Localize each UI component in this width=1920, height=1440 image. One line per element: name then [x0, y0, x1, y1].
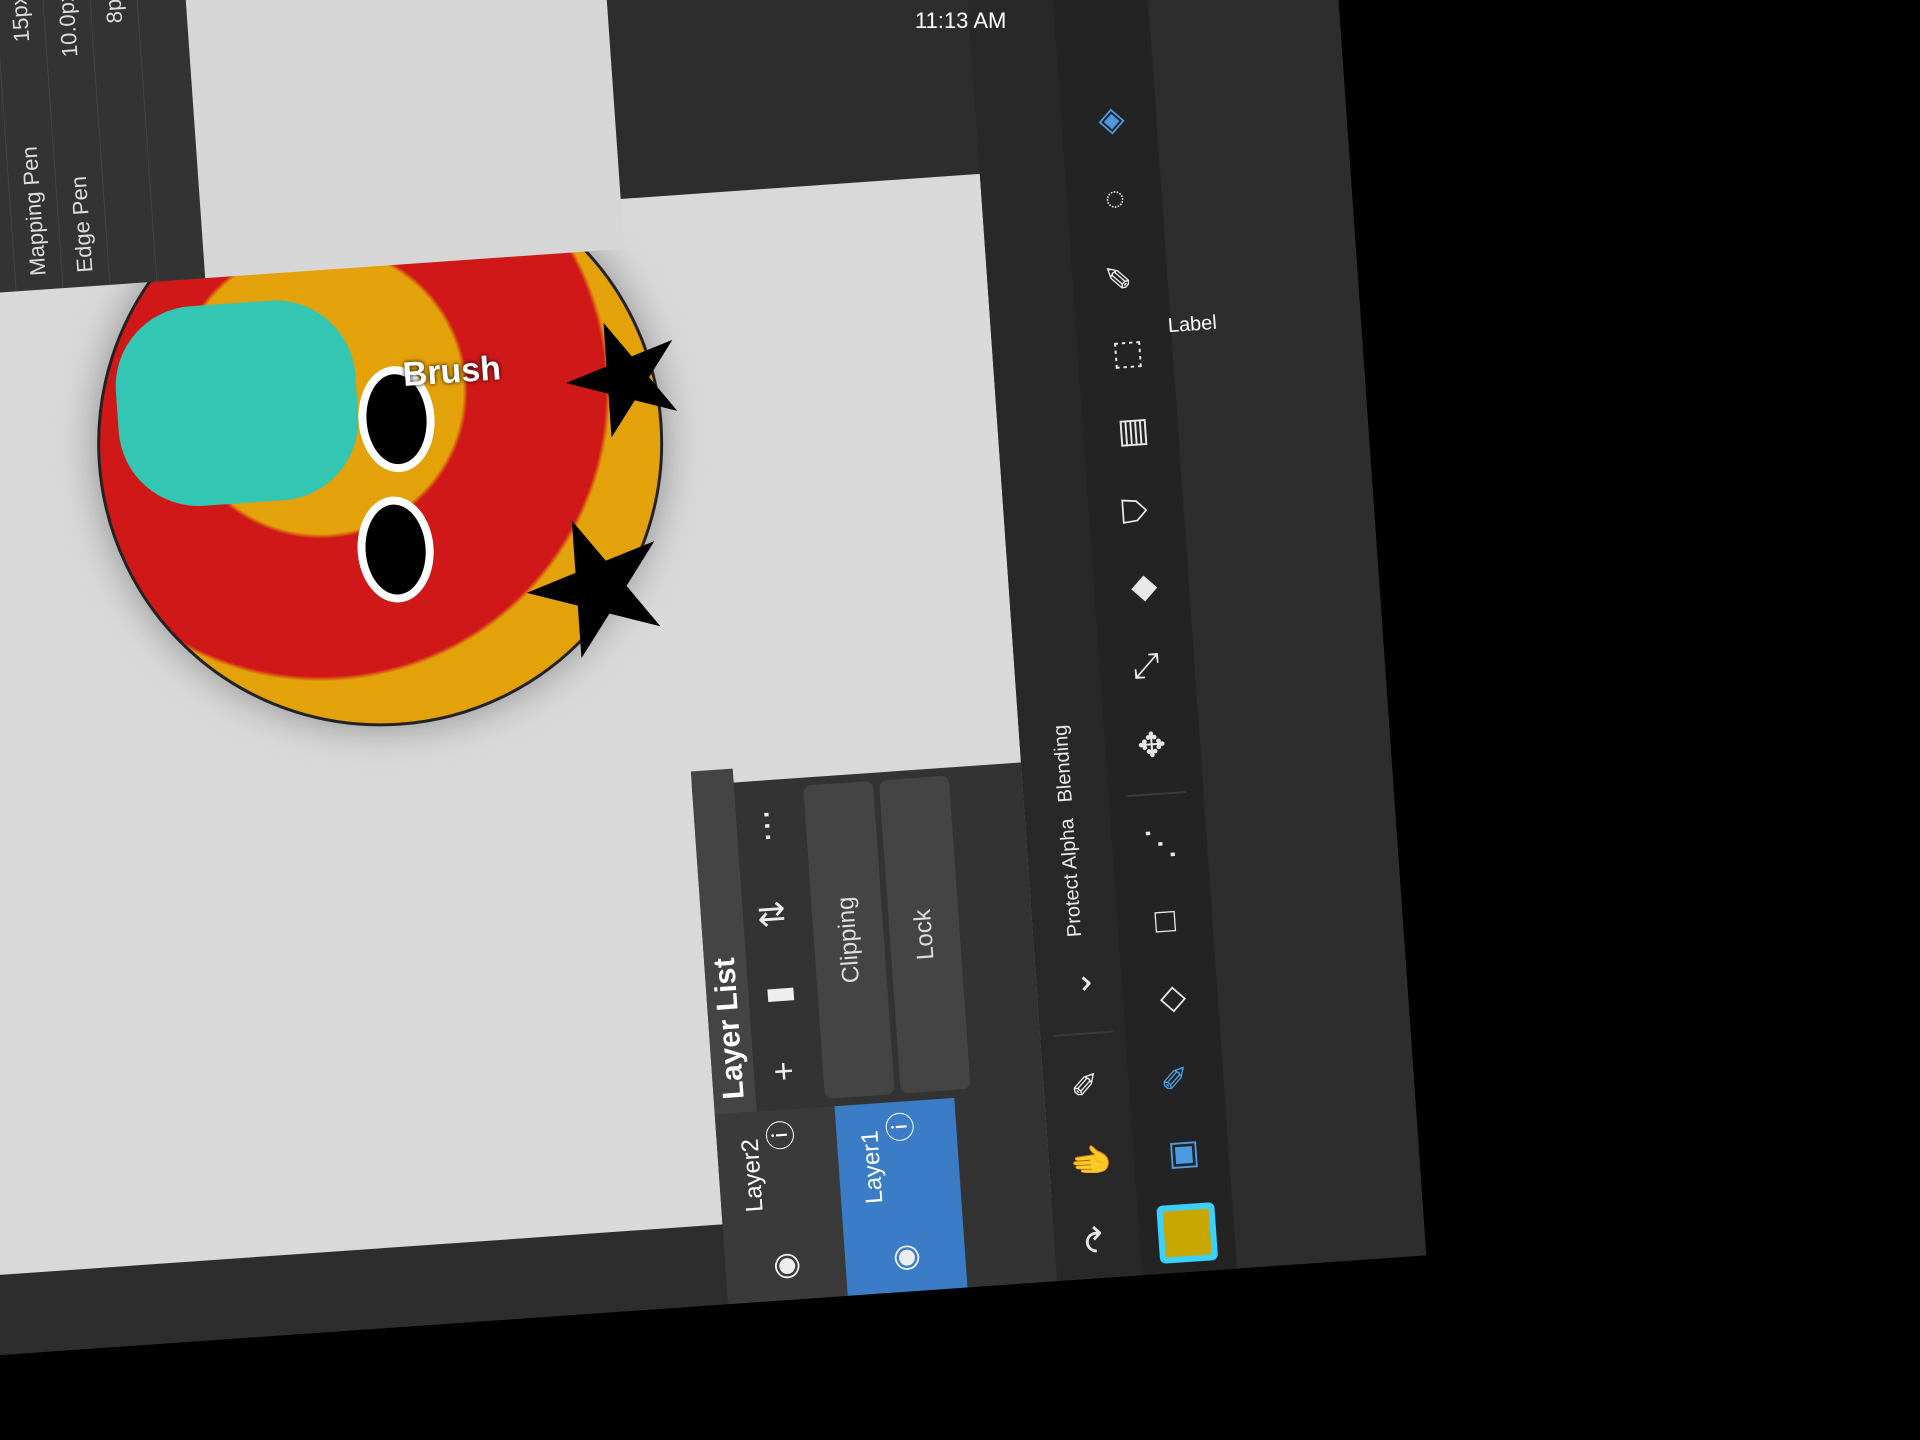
brush-add-panel: + — [178, 0, 625, 279]
layer-panel: Layer List + ▮ ⇅ ⋯ Clipping Lock ◉ Layer… — [690, 762, 1058, 1305]
eraser-icon[interactable]: ◇ — [1129, 958, 1212, 1041]
shapes-icon[interactable]: ◆ — [1100, 547, 1183, 630]
rectangle-icon[interactable]: □ — [1123, 880, 1206, 963]
gradient-icon[interactable]: ▤ — [1089, 391, 1172, 474]
divider — [1126, 791, 1187, 798]
layer-select-icon[interactable]: ▣ — [1140, 1114, 1223, 1197]
dot-brush-icon[interactable]: ⋰ — [1118, 802, 1201, 885]
delete-layer-icon[interactable]: ▮ — [758, 984, 799, 1005]
layer-list: ◉ Layer2 ⓘ ◉ Layer1 ⓘ — [714, 1092, 1057, 1305]
brush-panel: Pen10.3px100%Pen (Sharp)10.0px100%G Pen1… — [0, 0, 206, 302]
info-icon[interactable]: ⓘ — [755, 1119, 801, 1152]
divider — [1052, 1030, 1113, 1037]
add-layer-icon[interactable]: + — [764, 1060, 804, 1082]
layer-menu-icon[interactable]: ⋯ — [746, 808, 788, 845]
move-icon[interactable]: ✥ — [1111, 703, 1194, 786]
transform-icon[interactable]: ⤡ — [1105, 625, 1188, 708]
art-star-large: ★ — [489, 500, 702, 676]
brush-name — [118, 68, 132, 270]
brush-name: Edge Pen — [65, 175, 98, 274]
art-star-small: ★ — [533, 306, 711, 453]
brush-icon[interactable]: ✎ — [1134, 1036, 1217, 1119]
current-color-swatch — [1155, 1202, 1218, 1264]
protect-alpha-button[interactable]: Protect Alpha — [1028, 808, 1115, 948]
layer-options: Clipping Lock — [797, 766, 990, 1107]
art-teal-shape — [110, 295, 364, 512]
eye-icon[interactable]: ◉ — [765, 1251, 805, 1282]
lasso-icon[interactable]: ◌ — [1073, 158, 1156, 241]
redo-icon[interactable]: ↷ — [1055, 1198, 1138, 1281]
select-pen-icon[interactable]: ✐ — [1078, 236, 1161, 319]
brush-list: Pen10.3px100%Pen (Sharp)10.0px100%G Pen1… — [0, 0, 205, 301]
fill-bucket-icon[interactable]: ⛉ — [1095, 469, 1178, 552]
status-bar: 11:13 AM — [0, 0, 1920, 40]
layer-item-layer2[interactable]: ◉ Layer2 ⓘ — [714, 1106, 848, 1305]
brush-name: Mapping Pen — [16, 145, 51, 277]
color-chip[interactable] — [1145, 1191, 1228, 1274]
info-icon[interactable]: ⓘ — [875, 1110, 921, 1143]
brush-hud-label: Brush — [401, 349, 503, 394]
layer-item-layer1[interactable]: ◉ Layer1 ⓘ — [834, 1097, 968, 1296]
move-layer-icon[interactable]: ⇅ — [752, 899, 794, 930]
chevron-down-icon[interactable]: ⌄ — [1037, 942, 1120, 1025]
app-window: ★ ★ Brush Pen10.3px100%Pen (Sharp)10.0px… — [0, 0, 1427, 1361]
hand-icon[interactable]: ✋ — [1050, 1120, 1133, 1203]
layers-icon[interactable]: ◈ — [1067, 80, 1150, 163]
lock-button[interactable]: Lock — [878, 775, 971, 1094]
select-rect-icon[interactable]: ⬚ — [1084, 314, 1167, 397]
clipping-button[interactable]: Clipping — [803, 780, 895, 1099]
toolbar-label: Label — [1167, 311, 1218, 338]
status-time: 11:13 AM — [915, 8, 1007, 33]
blending-button[interactable]: Blending — [1021, 714, 1105, 813]
eyedropper-icon[interactable]: ✎ — [1044, 1042, 1127, 1125]
eye-icon[interactable]: ◉ — [884, 1243, 924, 1274]
art-eye-left — [353, 494, 438, 606]
